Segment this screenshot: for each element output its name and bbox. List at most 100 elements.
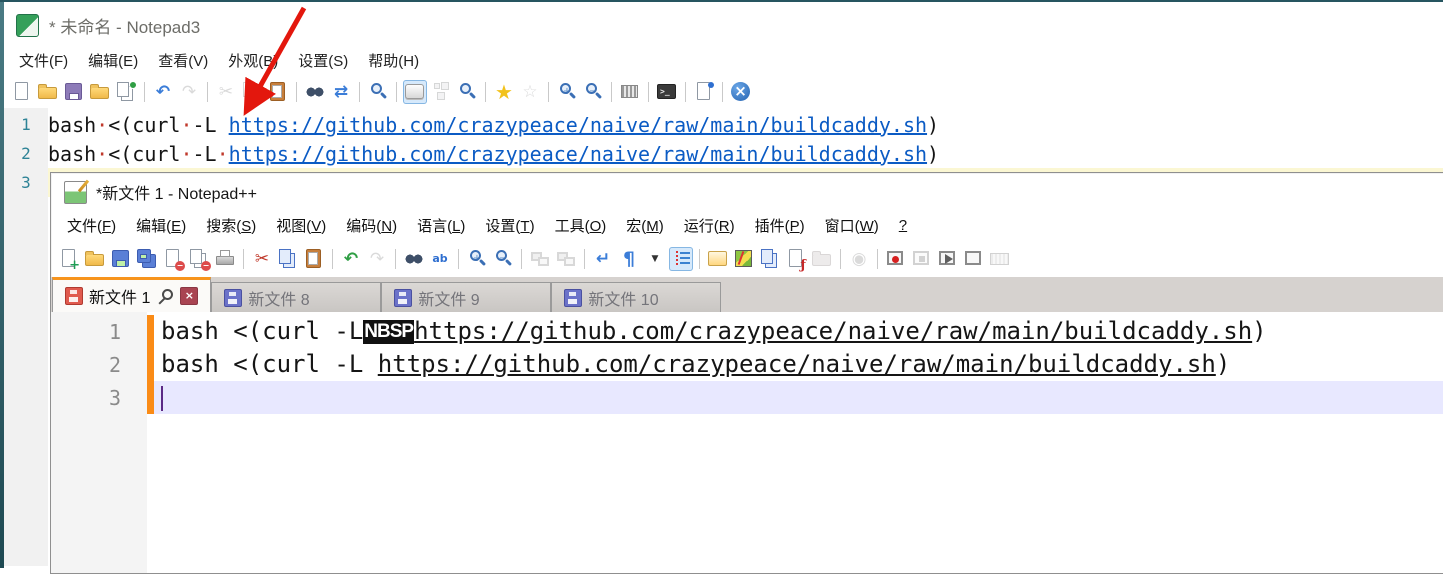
zoom-selection-icon[interactable]: [455, 80, 479, 104]
notepadpp-window: *新文件 1 - Notepad++ 文件(F)编辑(E)搜索(S)视图(V)编…: [50, 172, 1443, 574]
favorites-icon[interactable]: ★: [492, 80, 516, 104]
new-file-icon[interactable]: [57, 247, 81, 271]
tab-新文件 8[interactable]: 新文件 8: [211, 282, 381, 312]
zoom-view-icon[interactable]: [366, 80, 390, 104]
word-wrap-icon[interactable]: ↵: [403, 80, 427, 104]
save-file-icon[interactable]: [109, 247, 133, 271]
toolbar-separator: [296, 82, 297, 102]
menu-item-帮助[interactable]: 帮助(H): [358, 47, 429, 74]
menu-item-文件[interactable]: 文件(F): [57, 212, 126, 239]
editor[interactable]: 1bash <(curl -LNBSPhttps://github.com/cr…: [51, 312, 1443, 573]
close-all-icon[interactable]: [187, 247, 211, 271]
macro-play-icon[interactable]: [936, 247, 960, 271]
zoom-in-icon[interactable]: +: [465, 247, 489, 271]
outline-icon[interactable]: [429, 80, 453, 104]
tab-新文件 9[interactable]: 新文件 9: [381, 282, 551, 312]
macro-record-icon[interactable]: [884, 247, 908, 271]
menu-item-外观[interactable]: 外观(B): [218, 47, 288, 74]
editor-line[interactable]: 2bash <(curl -L https://github.com/crazy…: [51, 348, 1443, 381]
open-file-icon[interactable]: [36, 80, 60, 104]
menu-item-窗口[interactable]: 窗口(W): [815, 212, 889, 239]
indent-guide-icon[interactable]: [669, 247, 693, 271]
window-title: *新文件 1 - Notepad++: [96, 180, 257, 204]
redo-icon[interactable]: ↷: [177, 80, 201, 104]
macro-stop-icon[interactable]: [910, 247, 934, 271]
url-link[interactable]: https://github.com/crazypeace/naive/raw/…: [414, 317, 1252, 345]
menu-item-搜索[interactable]: 搜索(S): [196, 212, 266, 239]
save-as-icon[interactable]: [88, 80, 112, 104]
cut-icon[interactable]: ✂: [214, 80, 238, 104]
tab-新文件 1[interactable]: 新文件 1×: [52, 277, 211, 312]
add-favorite-icon[interactable]: ☆: [518, 80, 542, 104]
editor-line[interactable]: 2bash·<(curl·-L·https://github.com/crazy…: [4, 139, 1443, 168]
line-text: [154, 381, 1443, 414]
pin-tab-icon[interactable]: [158, 289, 172, 303]
function-list-icon[interactable]: [784, 247, 808, 271]
find-icon[interactable]: [303, 80, 327, 104]
menu-item-编码[interactable]: 编码(N): [336, 212, 407, 239]
replace-icon[interactable]: ⇄: [329, 80, 353, 104]
paste-icon[interactable]: [266, 80, 290, 104]
lightning-window-icon[interactable]: ⚡: [706, 247, 730, 271]
zoom-in-icon[interactable]: +: [555, 80, 579, 104]
menu-item-宏[interactable]: 宏(M): [616, 212, 674, 239]
new-file-icon[interactable]: [10, 80, 34, 104]
folder-workspace-icon[interactable]: [810, 247, 834, 271]
exit-icon[interactable]: [729, 80, 753, 104]
document-map-icon[interactable]: [732, 247, 756, 271]
word-wrap-icon[interactable]: ↵: [591, 247, 615, 271]
undo-icon[interactable]: ↶: [339, 247, 363, 271]
menu-item-编辑[interactable]: 编辑(E): [126, 212, 196, 239]
toolbar-separator: [611, 82, 612, 102]
print-icon[interactable]: [213, 247, 237, 271]
copy-icon[interactable]: [240, 80, 264, 104]
menu-item-?[interactable]: ?: [889, 214, 917, 237]
menu-item-运行[interactable]: 运行(R): [674, 212, 745, 239]
paste-icon[interactable]: [302, 247, 326, 271]
titlebar[interactable]: *新文件 1 - Notepad++: [51, 173, 1443, 211]
cut-icon[interactable]: ✂: [250, 247, 274, 271]
editor-line[interactable]: 1bash·<(curl·-L https://github.com/crazy…: [4, 110, 1443, 139]
zoom-out-icon[interactable]: −: [491, 247, 515, 271]
sync-horizontal-icon[interactable]: [554, 247, 578, 271]
menu-item-设置[interactable]: 设置(T): [475, 212, 544, 239]
toolbar-separator: [648, 82, 649, 102]
monitoring-icon[interactable]: ◉: [847, 247, 871, 271]
show-all-characters-icon[interactable]: ¶: [617, 247, 641, 271]
save-all-icon[interactable]: [135, 247, 159, 271]
find-icon[interactable]: [402, 247, 426, 271]
undo-icon[interactable]: ↶: [151, 80, 175, 104]
dropdown-arrow-icon[interactable]: ▼: [643, 247, 667, 271]
redo-icon[interactable]: ↷: [365, 247, 389, 271]
zoom-out-icon[interactable]: −: [581, 80, 605, 104]
close-tab-icon[interactable]: ×: [180, 287, 198, 305]
sync-vertical-icon[interactable]: [528, 247, 552, 271]
menu-item-查看[interactable]: 查看(V): [148, 47, 218, 74]
recent-files-icon[interactable]: [114, 80, 138, 104]
macro-save-icon[interactable]: [988, 247, 1012, 271]
menu-item-设置[interactable]: 设置(S): [288, 47, 358, 74]
macro-run-icon[interactable]: »: [962, 247, 986, 271]
close-file-icon[interactable]: [161, 247, 185, 271]
url-link[interactable]: https://github.com/crazypeace/naive/raw/…: [378, 350, 1216, 378]
open-file-icon[interactable]: [83, 247, 107, 271]
editor-line[interactable]: 3: [51, 381, 1443, 414]
replace-icon[interactable]: ab: [428, 247, 452, 271]
menu-item-插件[interactable]: 插件(P): [745, 212, 815, 239]
terminal-icon[interactable]: [655, 80, 679, 104]
editor-line[interactable]: 1bash <(curl -LNBSPhttps://github.com/cr…: [51, 315, 1443, 348]
titlebar[interactable]: * 未命名 - Notepad3: [4, 4, 1443, 46]
menu-item-文件[interactable]: 文件(F): [9, 47, 78, 74]
document-switcher-icon[interactable]: [758, 247, 782, 271]
url-link[interactable]: https://github.com/crazypeace/naive/raw/…: [229, 113, 927, 137]
menu-item-工具[interactable]: 工具(O): [545, 212, 617, 239]
always-on-top-icon[interactable]: [692, 80, 716, 104]
save-file-icon[interactable]: [62, 80, 86, 104]
menu-item-编辑[interactable]: 编辑(E): [78, 47, 148, 74]
copy-icon[interactable]: [276, 247, 300, 271]
menu-item-语言[interactable]: 语言(L): [407, 212, 475, 239]
menu-item-视图[interactable]: 视图(V): [266, 212, 336, 239]
url-link[interactable]: https://github.com/crazypeace/naive/raw/…: [229, 142, 927, 166]
tab-新文件 10[interactable]: 新文件 10: [551, 282, 721, 312]
grid-view-icon[interactable]: [618, 80, 642, 104]
